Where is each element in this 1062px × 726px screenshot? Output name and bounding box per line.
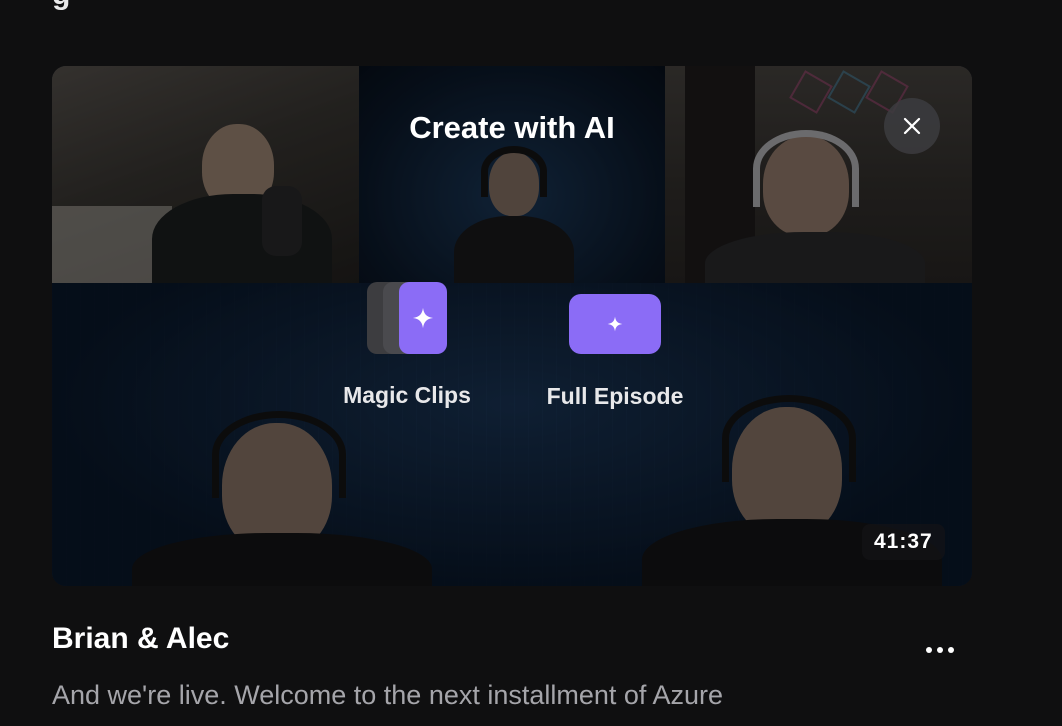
sparkle-icon bbox=[607, 316, 623, 332]
magic-clips-label: Magic Clips bbox=[343, 382, 471, 408]
more-options-button[interactable] bbox=[918, 636, 962, 664]
magic-clips-stack bbox=[367, 282, 447, 354]
episode-title[interactable]: Brian & Alec bbox=[52, 622, 229, 656]
full-episode-label: Full Episode bbox=[546, 383, 684, 409]
episode-description: And we're live. Welcome to the next inst… bbox=[52, 680, 723, 710]
section-heading: g bbox=[52, 0, 70, 12]
full-episode-button[interactable] bbox=[569, 294, 661, 354]
more-icon bbox=[926, 647, 932, 653]
close-button[interactable] bbox=[884, 98, 940, 154]
full-episode-option[interactable]: Full Episode bbox=[532, 294, 698, 410]
duration-badge: 41:37 bbox=[862, 524, 945, 560]
overlay-title: Create with AI bbox=[409, 110, 615, 145]
close-icon bbox=[903, 117, 921, 135]
sparkle-icon bbox=[412, 307, 434, 329]
magic-clips-button[interactable] bbox=[399, 282, 447, 354]
episode-card[interactable]: Create with AI Magic Clips Full Episode … bbox=[52, 66, 972, 586]
page: g bbox=[0, 0, 1062, 726]
magic-clips-option[interactable]: Magic Clips bbox=[332, 282, 482, 409]
